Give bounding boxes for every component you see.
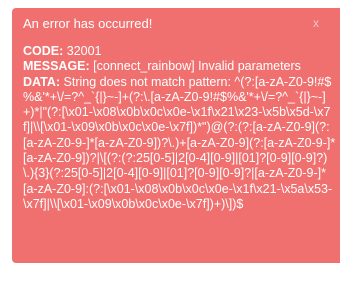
error-code-label: CODE:	[23, 44, 64, 58]
error-data-label: DATA:	[23, 74, 61, 89]
error-data-value: String does not match pattern: ^(?:[a-zA…	[23, 74, 336, 211]
error-code-row: CODE: 32001	[23, 44, 336, 59]
close-icon[interactable]: x	[313, 17, 319, 29]
alert-title: An error has occurred!	[23, 16, 153, 31]
error-message-value: [connect_rainbow] Invalid parameters	[89, 59, 301, 74]
error-code-value: 32001	[63, 44, 102, 58]
error-data-row: DATA: String does not match pattern: ^(?…	[23, 75, 336, 213]
error-message-label: MESSAGE:	[23, 59, 90, 74]
error-alert: An error has occurred! x CODE: 32001 MES…	[12, 8, 340, 263]
error-message-row: MESSAGE: [connect_rainbow] Invalid param…	[23, 59, 336, 74]
